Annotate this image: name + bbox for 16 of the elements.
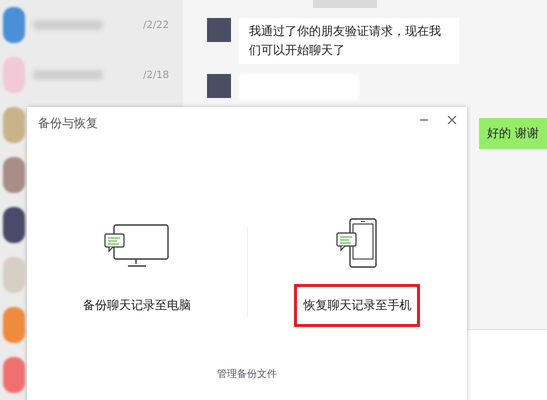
chat-date: /2/18 bbox=[143, 70, 169, 80]
monitor-icon[interactable] bbox=[104, 224, 170, 268]
blurred-timestamp bbox=[313, 0, 377, 8]
chat-date: /2/22 bbox=[143, 20, 169, 30]
blurred-name bbox=[33, 70, 103, 80]
avatar-placeholder bbox=[207, 18, 231, 42]
option-button[interactable]: 恢复聊天记录至手机 bbox=[294, 284, 420, 327]
phone-icon[interactable] bbox=[336, 218, 378, 268]
avatar-placeholder bbox=[207, 74, 231, 98]
blurred-name bbox=[33, 20, 103, 30]
message-bubble: 好的 谢谢 bbox=[479, 118, 547, 149]
option-button[interactable]: 备份聊天记录至电脑 bbox=[74, 284, 200, 327]
manage-backup-link[interactable]: 管理备份文件 bbox=[217, 367, 277, 381]
message-bubble: 我通过了你的朋友验证请求，现在我们可以开始聊天了 bbox=[239, 18, 459, 64]
dialog-title: 备份与恢复 bbox=[38, 115, 98, 132]
close-icon[interactable] bbox=[447, 115, 457, 125]
